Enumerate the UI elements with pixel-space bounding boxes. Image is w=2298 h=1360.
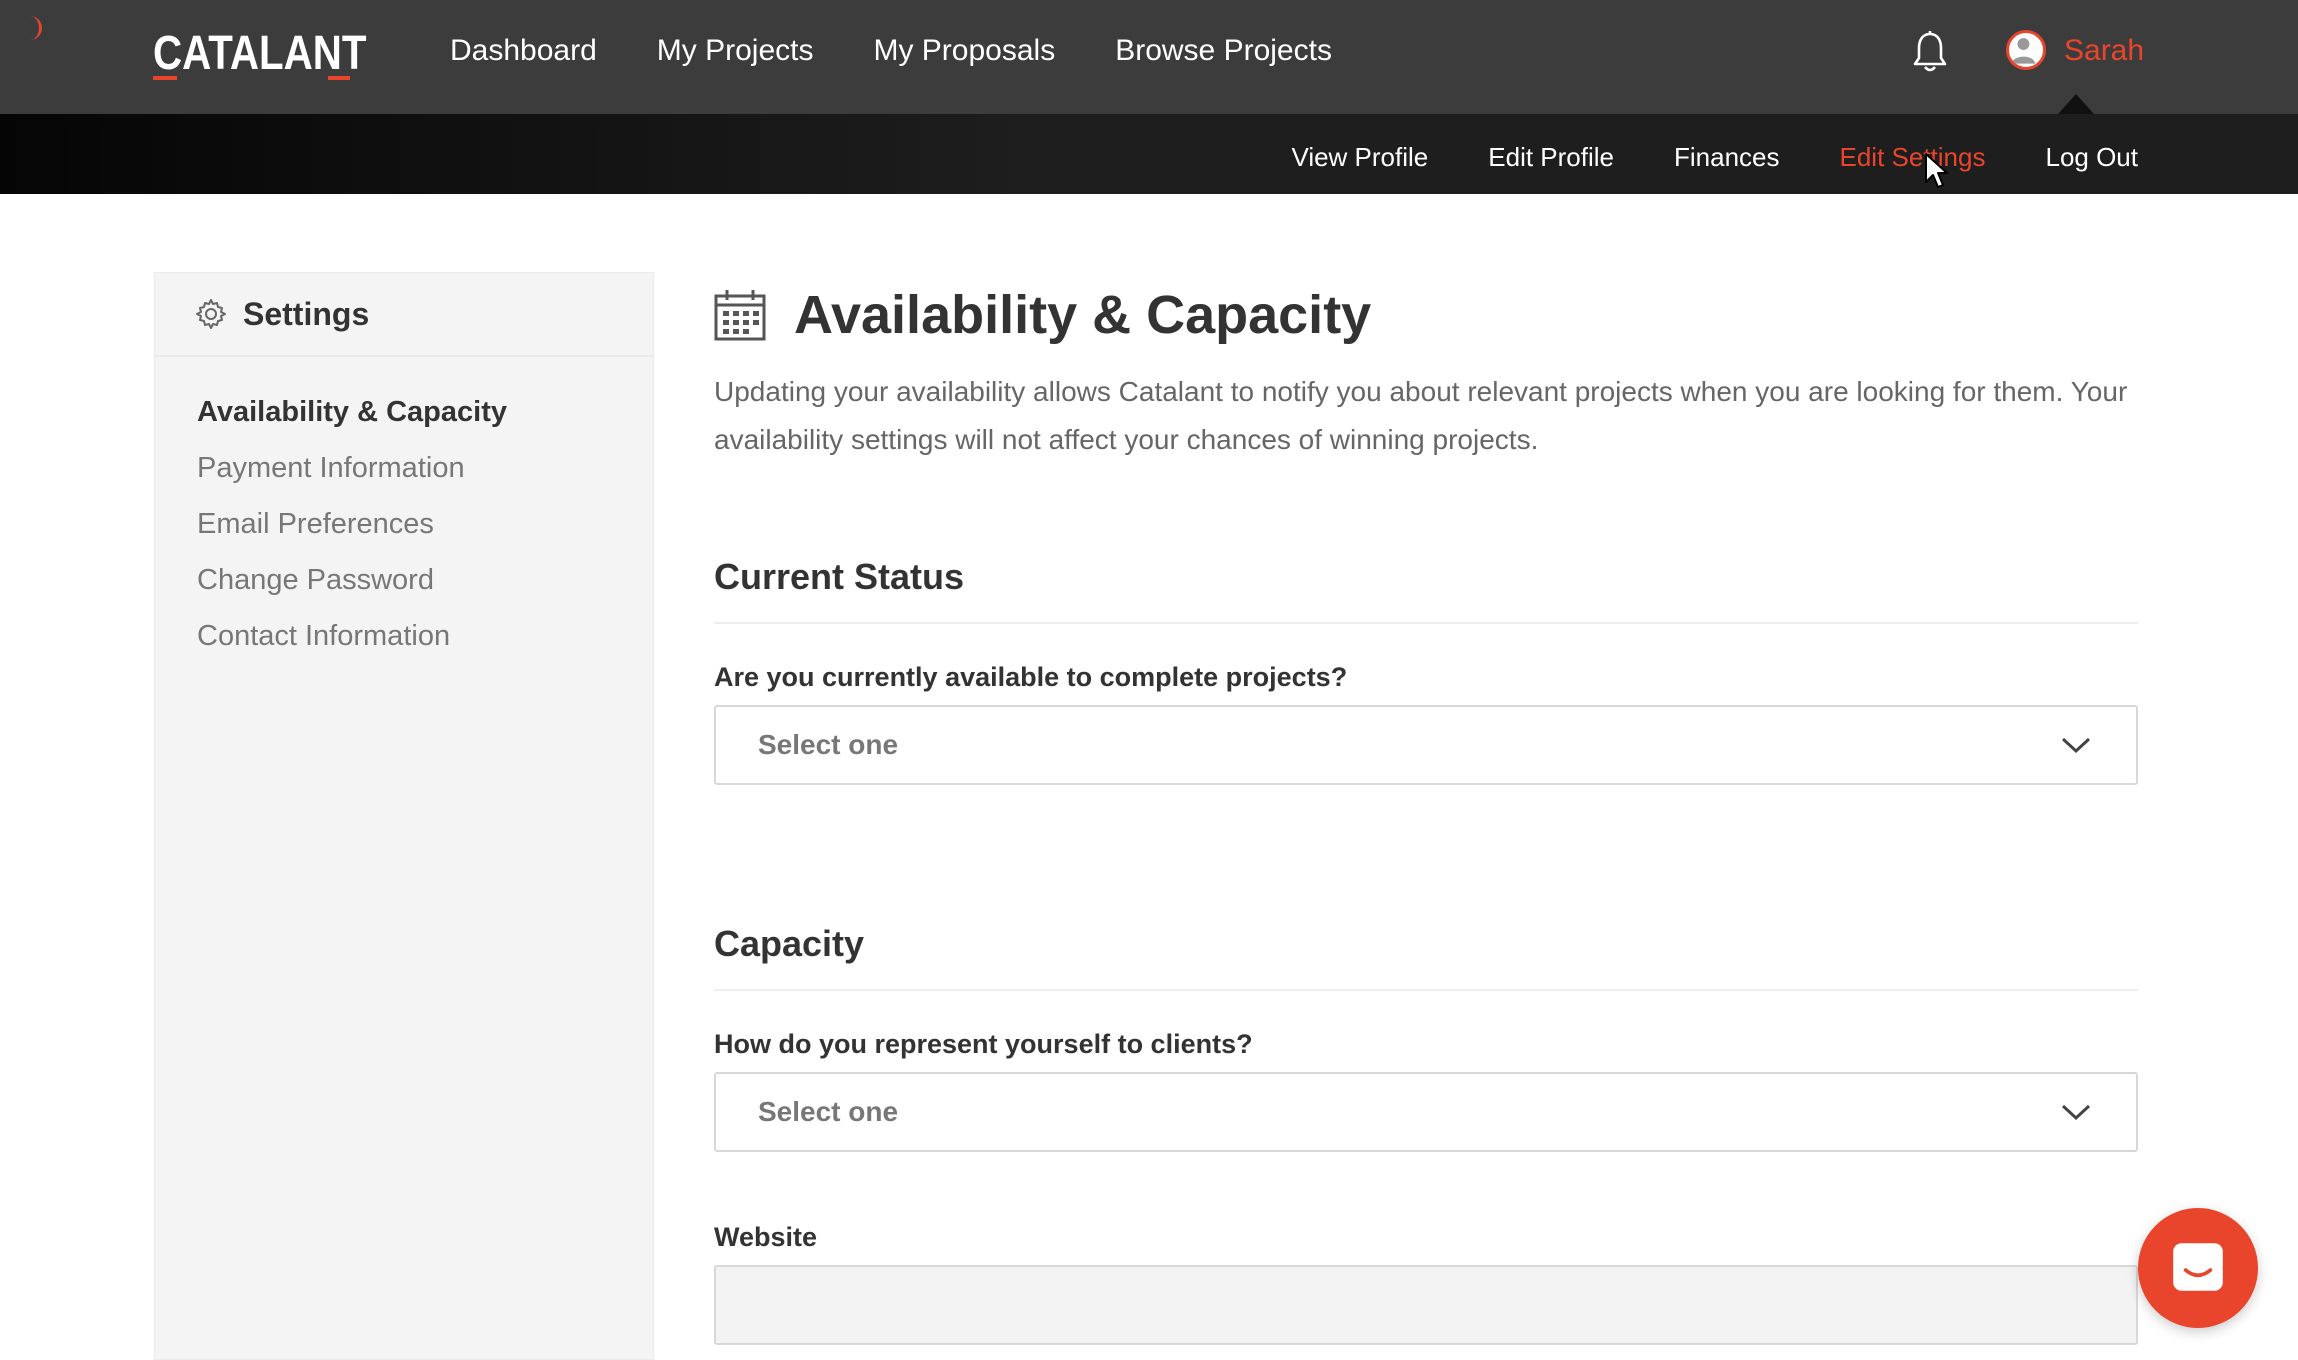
mouse-cursor-icon xyxy=(1925,153,1948,188)
sidebar-item-contact[interactable]: Contact Information xyxy=(197,611,653,667)
page-title: Availability & Capacity xyxy=(794,285,1372,345)
availability-select-value: Select one xyxy=(758,729,899,760)
subnav-edit-profile[interactable]: Edit Profile xyxy=(1488,142,1614,173)
nav-my-projects[interactable]: My Projects xyxy=(657,34,814,68)
nav-browse-projects[interactable]: Browse Projects xyxy=(1115,34,1332,68)
sidebar-menu: Availability & Capacity Payment Informat… xyxy=(155,357,653,667)
sidebar-item-password[interactable]: Change Password xyxy=(197,555,653,611)
sidebar-item-availability[interactable]: Availability & Capacity xyxy=(197,387,653,443)
representation-select[interactable]: Select one xyxy=(714,1072,2138,1152)
subnav-edit-settings[interactable]: Edit Settings xyxy=(1840,142,1986,173)
user-name[interactable]: Sarah xyxy=(2064,34,2144,68)
website-input[interactable] xyxy=(714,1265,2138,1345)
section-title-current-status: Current Status xyxy=(714,556,2138,624)
settings-sidebar: Settings Availability & Capacity Payment… xyxy=(154,272,654,1360)
chevron-down-icon xyxy=(2061,1104,2091,1121)
current-status-section: Current Status Are you currently availab… xyxy=(714,556,2138,785)
main-nav: Dashboard My Projects My Proposals Brows… xyxy=(450,34,1332,68)
subnav-finances[interactable]: Finances xyxy=(1674,142,1780,173)
top-navigation-bar: CATALANT Dashboard My Projects My Propos… xyxy=(0,0,2298,114)
logo-accent-right xyxy=(328,76,350,80)
sidebar-item-email[interactable]: Email Preferences xyxy=(197,499,653,555)
website-label: Website xyxy=(714,1222,818,1252)
calendar-icon xyxy=(714,290,766,341)
nav-dashboard[interactable]: Dashboard xyxy=(450,34,597,68)
availability-select[interactable]: Select one xyxy=(714,705,2138,785)
chevron-down-icon xyxy=(2061,737,2091,754)
sidebar-header: Settings xyxy=(155,273,653,357)
profile-subnav-bar: View Profile Edit Profile Finances Edit … xyxy=(0,114,2298,194)
chat-bubble-icon xyxy=(2173,1243,2223,1291)
nav-my-proposals[interactable]: My Proposals xyxy=(873,34,1055,68)
menu-caret xyxy=(2058,94,2094,114)
logo-accent-left xyxy=(153,76,177,80)
subnav-view-profile[interactable]: View Profile xyxy=(1291,142,1428,173)
gear-icon xyxy=(196,299,226,329)
availability-question-label: Are you currently available to complete … xyxy=(714,662,1348,692)
profile-subnav: View Profile Edit Profile Finances Edit … xyxy=(1291,142,2138,173)
representation-question-label: How do you represent yourself to clients… xyxy=(714,1029,1253,1059)
representation-select-value: Select one xyxy=(758,1096,899,1127)
intro-text: Updating your availability allows Catala… xyxy=(714,376,2128,455)
chat-launcher-button[interactable] xyxy=(2138,1208,2258,1328)
sidebar-item-payment[interactable]: Payment Information xyxy=(197,443,653,499)
capacity-section: Capacity How do you represent yourself t… xyxy=(714,923,2138,1345)
catalant-logo[interactable]: CATALANT xyxy=(153,26,366,81)
section-title-capacity: Capacity xyxy=(714,923,2138,991)
main-content: Availability & Capacity Updating your av… xyxy=(714,272,2138,1345)
page-header: Availability & Capacity xyxy=(714,272,2138,358)
user-avatar-icon[interactable] xyxy=(2006,30,2046,70)
subnav-log-out[interactable]: Log Out xyxy=(2045,142,2138,173)
bell-icon[interactable] xyxy=(1912,30,1948,74)
sidebar-title: Settings xyxy=(243,295,370,332)
loading-spinner-icon xyxy=(22,16,42,40)
